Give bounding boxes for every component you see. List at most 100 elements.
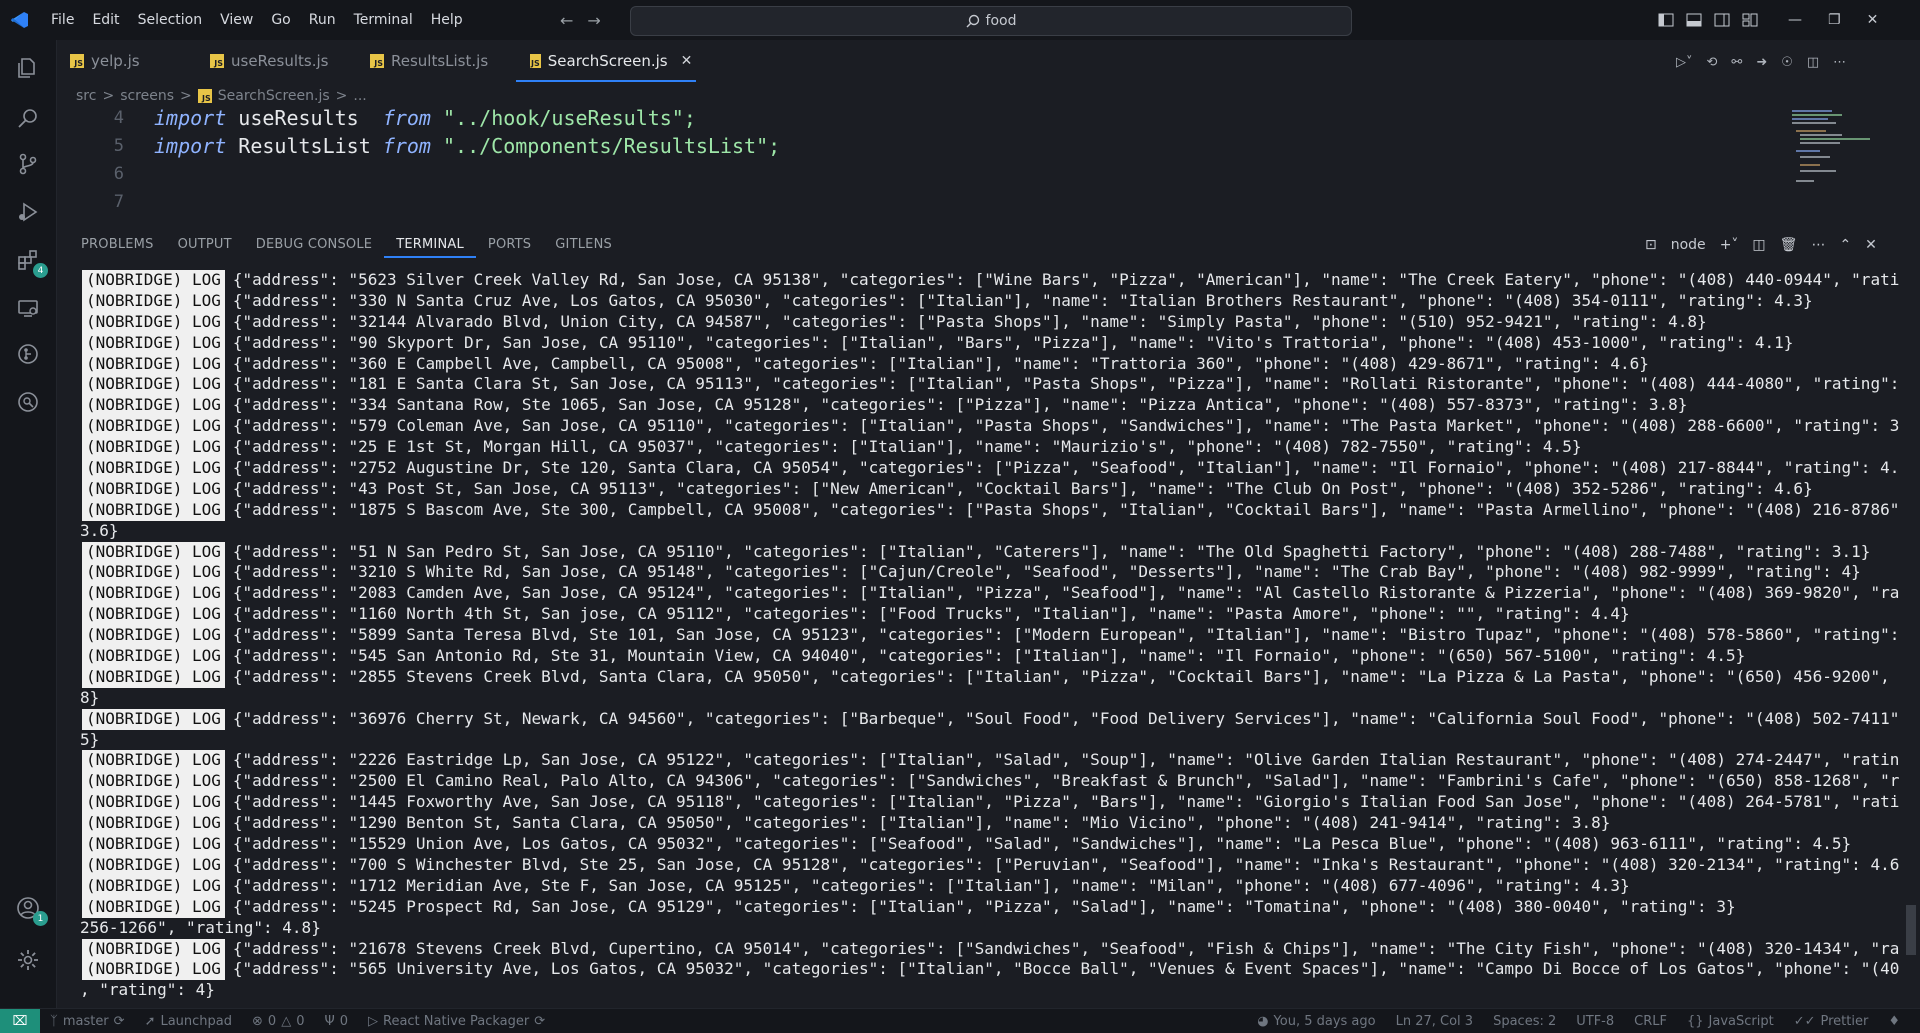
minimize-icon[interactable]: —	[1788, 12, 1802, 28]
toggle-secondary-sidebar-icon[interactable]	[1714, 13, 1730, 27]
close-tab-icon[interactable]: ✕	[681, 53, 693, 69]
remote-indicator-icon[interactable]: ⌧	[0, 1009, 40, 1033]
gitlens-icon[interactable]	[12, 338, 44, 370]
split-terminal-icon[interactable]: ◫	[1752, 237, 1765, 253]
panel-tab-ports[interactable]: PORTS	[476, 232, 543, 258]
log-prefix: (NOBRIDGE) LOG	[82, 938, 225, 960]
keyword: import	[154, 106, 227, 130]
panel-tab-bar: PROBLEMS OUTPUT DEBUG CONSOLE TERMINAL P…	[56, 232, 1920, 258]
accounts-icon[interactable]: 1	[12, 892, 48, 926]
explorer-icon[interactable]	[12, 52, 44, 84]
language-mode[interactable]: {} JavaScript	[1677, 1014, 1784, 1029]
menu-selection[interactable]: Selection	[129, 0, 212, 40]
minimap[interactable]	[1790, 108, 1886, 198]
more-actions-icon[interactable]: ⋯	[1833, 55, 1846, 70]
breadcrumb-item[interactable]: ...	[353, 88, 366, 104]
next-revision-icon[interactable]: ➜	[1756, 55, 1767, 70]
accounts-badge: 1	[33, 911, 48, 926]
launchpad-item[interactable]: ➚ Launchpad	[135, 1014, 242, 1029]
code-line: 7	[56, 188, 154, 216]
tab-yelp-js[interactable]: JS yelp.js	[56, 42, 196, 82]
log-text: {"address": "334 Santana Row, Ste 1065, …	[232, 395, 1688, 415]
open-changes-icon[interactable]: ⟲	[1707, 55, 1718, 70]
log-prefix: (NOBRIDGE) LOG	[82, 896, 225, 918]
cursor-position[interactable]: Ln 27, Col 3	[1386, 1014, 1483, 1029]
search-icon	[966, 14, 979, 28]
code-editor[interactable]: 4 import useResults from "../hook/useRes…	[56, 104, 1756, 220]
indentation[interactable]: Spaces: 2	[1483, 1014, 1566, 1029]
maximize-panel-icon[interactable]: ⌃	[1839, 237, 1851, 253]
gitlens-blame-icon[interactable]: ☉	[1781, 55, 1793, 70]
panel-tab-output[interactable]: OUTPUT	[166, 232, 244, 258]
previous-revision-icon[interactable]: ⚯	[1731, 55, 1742, 70]
encoding[interactable]: UTF-8	[1566, 1014, 1624, 1029]
javascript-file-icon: JS	[530, 54, 541, 68]
restore-icon[interactable]: ❐	[1828, 12, 1841, 28]
search-view-icon[interactable]	[12, 102, 44, 134]
branch-indicator[interactable]: ᛉ master ⟳	[40, 1014, 135, 1029]
tab-searchscreen-js[interactable]: JS SearchScreen.js ✕	[516, 42, 696, 82]
breadcrumb-item[interactable]: src	[76, 88, 96, 104]
panel-tab-problems[interactable]: PROBLEMS	[69, 232, 166, 258]
line-number: 5	[113, 136, 124, 156]
ports-indicator[interactable]: Ψ 0	[314, 1014, 358, 1029]
customize-layout-icon[interactable]	[1742, 13, 1758, 27]
close-window-icon[interactable]: ✕	[1867, 12, 1879, 28]
log-text: {"address": "1712 Meridian Ave, Ste F, S…	[232, 875, 1630, 895]
menu-view[interactable]: View	[211, 0, 262, 40]
run-debug-icon[interactable]	[12, 196, 44, 228]
more-actions-icon[interactable]: ⋯	[1811, 237, 1825, 253]
log-text: 256-1266", "rating": 4.8}	[80, 917, 321, 937]
log-text: {"address": "43 Post St, San Jose, CA 95…	[232, 478, 1813, 498]
warning-count: 0	[296, 1013, 305, 1029]
toggle-panel-icon[interactable]	[1686, 13, 1702, 27]
command-center-search[interactable]: food	[630, 6, 1352, 36]
prettier-indicator[interactable]: ✓✓ Prettier	[1784, 1014, 1879, 1029]
packager-indicator[interactable]: ▷ React Native Packager ⟳	[358, 1014, 555, 1029]
end-of-line[interactable]: CRLF	[1624, 1014, 1677, 1029]
menu-terminal[interactable]: Terminal	[345, 0, 422, 40]
manage-gear-icon[interactable]	[12, 944, 44, 976]
terminal-line: (NOBRIDGE) LOG {"address": "2226 Eastridg…	[80, 750, 1900, 772]
run-file-icon[interactable]: ▷˅	[1676, 55, 1693, 70]
toggle-primary-sidebar-icon[interactable]	[1658, 13, 1674, 27]
forward-arrow-icon[interactable]: →	[587, 11, 600, 30]
log-text: {"address": "1290 Benton St, Santa Clara…	[232, 813, 1611, 833]
kill-terminal-icon[interactable]: 🗑	[1780, 237, 1798, 253]
terminal-shell-label[interactable]: node	[1671, 237, 1706, 253]
menu-help[interactable]: Help	[422, 0, 472, 40]
vscode-logo-icon	[0, 0, 40, 40]
back-arrow-icon[interactable]: ←	[560, 11, 573, 30]
log-text: {"address": "5623 Silver Creek Valley Rd…	[232, 270, 1900, 289]
gitlens-inspect-icon[interactable]	[12, 386, 44, 418]
problems-indicator[interactable]: ⊗ 0 △ 0	[242, 1014, 314, 1029]
menu-go[interactable]: Go	[262, 0, 299, 40]
menu-file[interactable]: File	[42, 0, 83, 40]
panel-tab-gitlens[interactable]: GITLENS	[543, 232, 624, 258]
split-editor-icon[interactable]: ◫	[1807, 55, 1819, 70]
source-control-icon[interactable]	[12, 148, 44, 180]
log-text: , "rating": 4}	[80, 980, 215, 1000]
panel-tab-debug-console[interactable]: DEBUG CONSOLE	[244, 232, 384, 258]
remote-explorer-icon[interactable]	[12, 292, 44, 324]
code-line: 6	[56, 160, 154, 188]
close-panel-icon[interactable]: ✕	[1865, 237, 1877, 253]
prettier-label: Prettier	[1820, 1013, 1869, 1029]
tab-useresults-js[interactable]: JS useResults.js	[196, 42, 356, 82]
notifications-bell-icon[interactable]: ♦	[1878, 1014, 1910, 1029]
breadcrumb-item[interactable]: screens	[120, 88, 174, 104]
menu-run[interactable]: Run	[300, 0, 345, 40]
log-text: {"address": "15529 Union Ave, Los Gatos,…	[232, 834, 1852, 854]
terminal-line: (NOBRIDGE) LOG {"address": "579 Coleman A…	[80, 416, 1900, 438]
menu-edit[interactable]: Edit	[83, 0, 128, 40]
extensions-icon[interactable]: 4	[12, 244, 48, 278]
terminal-output[interactable]: (NOBRIDGE) LOG {"address": "5623 Silver C…	[80, 270, 1900, 1005]
new-terminal-icon[interactable]: +˅	[1720, 237, 1739, 253]
git-blame-indicator[interactable]: ◕ You, 5 days ago	[1247, 1014, 1385, 1029]
terminal-scrollbar[interactable]	[1906, 905, 1916, 955]
log-prefix: (NOBRIDGE) LOG	[82, 562, 225, 584]
breadcrumb-item[interactable]: SearchScreen.js	[218, 88, 330, 104]
panel-tab-terminal[interactable]: TERMINAL	[384, 232, 476, 258]
identifier: useResults	[238, 106, 359, 130]
tab-resultslist-js[interactable]: JS ResultsList.js	[356, 42, 516, 82]
